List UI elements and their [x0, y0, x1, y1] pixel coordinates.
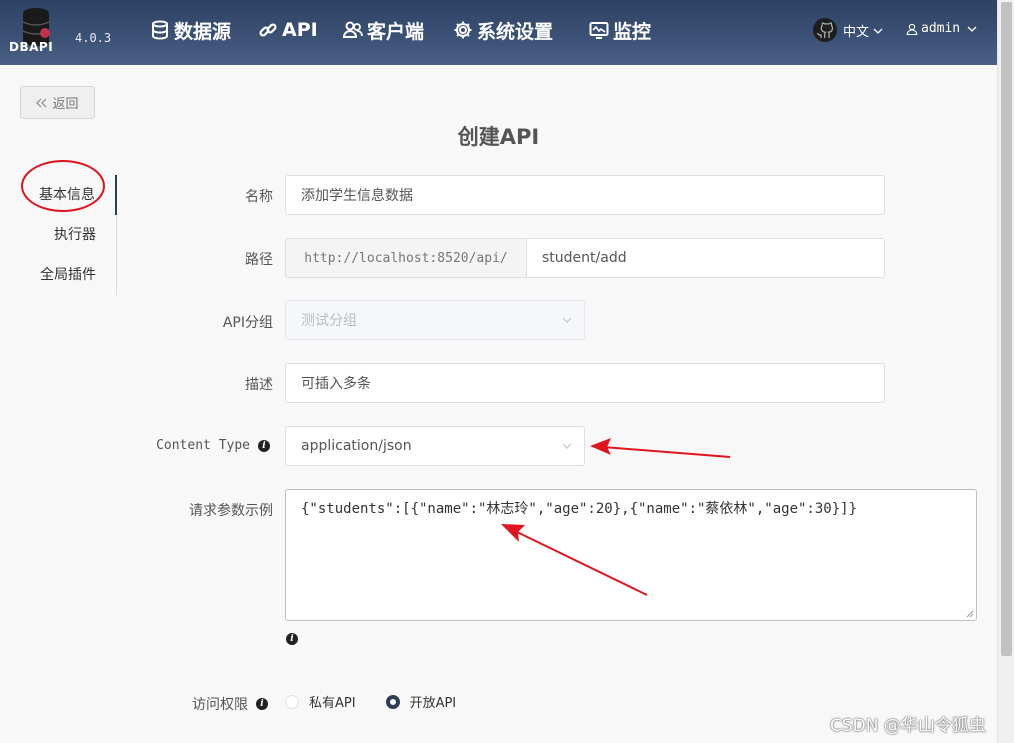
tab-executor[interactable]: 执行器	[20, 215, 116, 255]
access-label-row: 访问权限 i	[160, 694, 268, 714]
nav-datasource-label: 数据源	[174, 20, 232, 43]
nav-monitor-label: 监控	[613, 20, 652, 43]
desc-input[interactable]: 可插入多条	[285, 363, 885, 403]
radio-open-label: 开放API	[409, 696, 457, 711]
page-scrollbar[interactable]	[997, 0, 1014, 743]
user-menu[interactable]: admin	[906, 21, 977, 36]
version-label: 4.0.3	[75, 31, 112, 45]
content-type-label-row: Content Type i	[120, 438, 270, 453]
language-label: 中文	[843, 25, 870, 40]
name-label: 名称	[245, 189, 273, 205]
nav-settings-label: 系统设置	[477, 20, 554, 43]
back-button[interactable]: 返回	[20, 86, 95, 119]
path-input[interactable]: student/add	[526, 238, 885, 278]
nav-settings[interactable]: 系统设置	[453, 16, 553, 44]
desc-input-value: 可插入多条	[301, 376, 371, 392]
nav-api[interactable]: API	[258, 16, 318, 44]
users-icon	[343, 21, 363, 38]
tab-global-plugins[interactable]: 全局插件	[20, 255, 116, 295]
language-selector[interactable]: 中文	[843, 21, 883, 40]
nav-api-label: API	[282, 19, 318, 41]
path-label: 路径	[245, 252, 273, 268]
github-icon[interactable]	[812, 17, 838, 43]
watermark: CSDN @华山令狐虫	[830, 716, 986, 736]
page-title: 创建API	[457, 125, 540, 149]
access-label: 访问权限	[192, 697, 248, 713]
nav-monitor[interactable]: 监控	[589, 16, 651, 44]
chevron-down-icon	[967, 26, 977, 32]
radio-open-api[interactable]: 开放API	[385, 692, 457, 711]
chevron-down-icon	[562, 443, 572, 449]
radio-private-api[interactable]: 私有API	[285, 692, 356, 711]
nav-client[interactable]: 客户端	[343, 16, 424, 44]
content-type-value: application/json	[301, 438, 412, 454]
desc-label: 描述	[245, 377, 273, 393]
annotation-circle	[21, 160, 105, 212]
name-input-value: 添加学生信息数据	[301, 188, 413, 204]
chevron-down-icon	[873, 28, 883, 34]
monitor-icon	[589, 22, 609, 39]
link-icon	[259, 23, 277, 37]
group-select-value: 测试分组	[301, 313, 357, 329]
info-icon[interactable]: i	[286, 633, 298, 645]
chevron-down-icon	[562, 317, 572, 323]
name-input[interactable]: 添加学生信息数据	[285, 175, 885, 215]
annotation-arrow	[501, 524, 648, 596]
nav-client-label: 客户端	[367, 20, 425, 43]
info-icon[interactable]: i	[256, 698, 268, 710]
app-root: DBAPI 4.0.3 数据源 API 客户端 系统设置 监控 中文 admin…	[0, 0, 1014, 743]
radio-checked	[385, 694, 400, 709]
logo-text: DBAPI	[9, 40, 54, 54]
resize-handle-icon[interactable]	[966, 610, 974, 618]
path-input-value: student/add	[542, 250, 627, 266]
group-select[interactable]: 测试分组	[285, 300, 585, 340]
scrollbar-thumb[interactable]	[1001, 2, 1012, 656]
top-navbar: DBAPI 4.0.3 数据源 API 客户端 系统设置 监控 中文 admin	[0, 0, 997, 65]
back-button-label: 返回	[52, 97, 79, 112]
gear-icon	[454, 21, 472, 39]
group-label: API分组	[222, 315, 273, 331]
radio-unchecked	[285, 694, 299, 709]
user-name: admin	[921, 21, 961, 36]
annotation-arrow	[590, 438, 731, 458]
nav-datasource[interactable]: 数据源	[150, 16, 231, 44]
access-radio-group: 私有API 开放API	[285, 692, 456, 711]
param-example-label: 请求参数示例	[189, 503, 273, 519]
database-icon	[152, 20, 168, 40]
user-icon	[906, 23, 918, 35]
content-type-label: Content Type	[156, 438, 250, 453]
double-chevron-left-icon	[36, 98, 47, 107]
content-type-select[interactable]: application/json	[285, 426, 585, 466]
radio-private-label: 私有API	[309, 696, 356, 711]
info-icon[interactable]: i	[258, 439, 270, 452]
path-prefix: http://localhost:8520/api/	[285, 238, 527, 278]
